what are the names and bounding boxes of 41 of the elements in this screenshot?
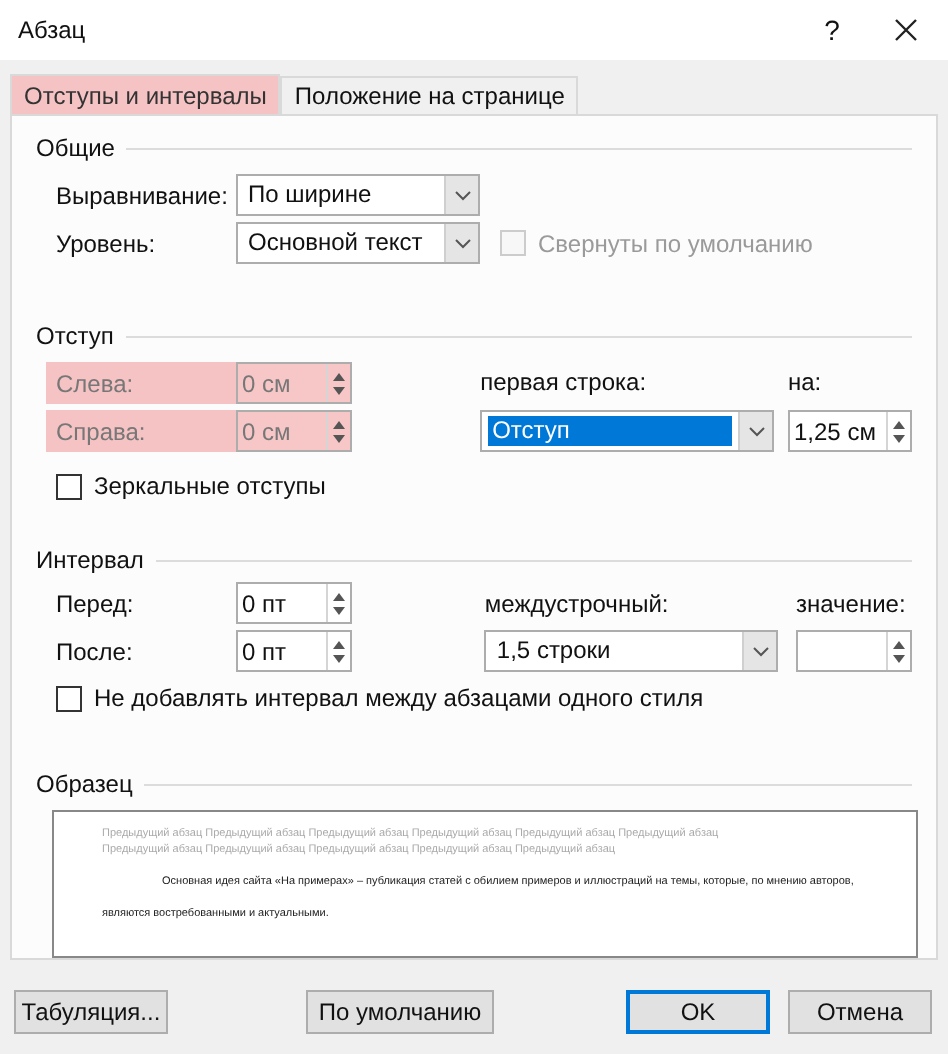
dropdown-value: По ширине [246, 180, 374, 210]
section-title: Отступ [36, 320, 114, 354]
field-label: междустрочный: [484, 587, 671, 621]
tab[interactable]: Отступы и интервалы [10, 74, 281, 114]
dropdown[interactable]: Основной текст [236, 222, 480, 264]
window-title: Абзац [18, 14, 88, 48]
field-label: на: [788, 366, 824, 400]
field-label: Справа: [46, 410, 236, 452]
dropdown-value: 1,5 строки [494, 636, 613, 666]
spinner-field[interactable]: 0 пт [236, 582, 352, 624]
help-button[interactable]: ? [802, 9, 862, 51]
field-label: Выравнивание: [56, 179, 230, 213]
checkbox-label: Зеркальные отступы [94, 470, 326, 504]
spinner-field[interactable]: 0 пт [236, 630, 352, 672]
dialog-button[interactable]: Отмена [788, 990, 932, 1034]
spinner-field[interactable]: 1,25 см [788, 410, 912, 452]
dropdown[interactable]: 1,5 строки [484, 630, 779, 672]
dropdown-value: Отступ [488, 416, 733, 446]
field-label: значение: [796, 587, 908, 621]
section-title: Интервал [36, 544, 144, 578]
field-label: Слева: [46, 362, 236, 404]
spinner-value: 0 пт [242, 635, 287, 669]
spinner-value: 0 пт [242, 587, 287, 621]
spinner-value: 0 см [242, 367, 291, 401]
spinner-value: 0 см [242, 415, 291, 449]
field-label: Перед: [56, 587, 136, 621]
field-label: Уровень: [56, 227, 158, 261]
field-label: первая строка: [480, 366, 649, 400]
field-label: После: [56, 635, 135, 669]
checkbox-label: Свернуты по умолчанию [538, 227, 813, 261]
spinner-value: 1,25 см [794, 415, 876, 449]
dialog-button[interactable]: OK [626, 990, 770, 1034]
tab[interactable]: Положение на странице [280, 76, 579, 114]
dropdown[interactable]: По ширине [236, 174, 480, 216]
dropdown-value: Основной текст [246, 228, 425, 258]
checkbox-label: Не добавлять интервал между абзацами одного стиля [94, 682, 704, 716]
dialog-button[interactable]: По умолчанию [306, 990, 494, 1034]
section-title: Общие [36, 132, 115, 166]
dropdown[interactable]: Отступ [480, 410, 775, 452]
dialog-button[interactable]: Табуляция... [14, 990, 168, 1034]
section-title: Образец [36, 768, 133, 802]
